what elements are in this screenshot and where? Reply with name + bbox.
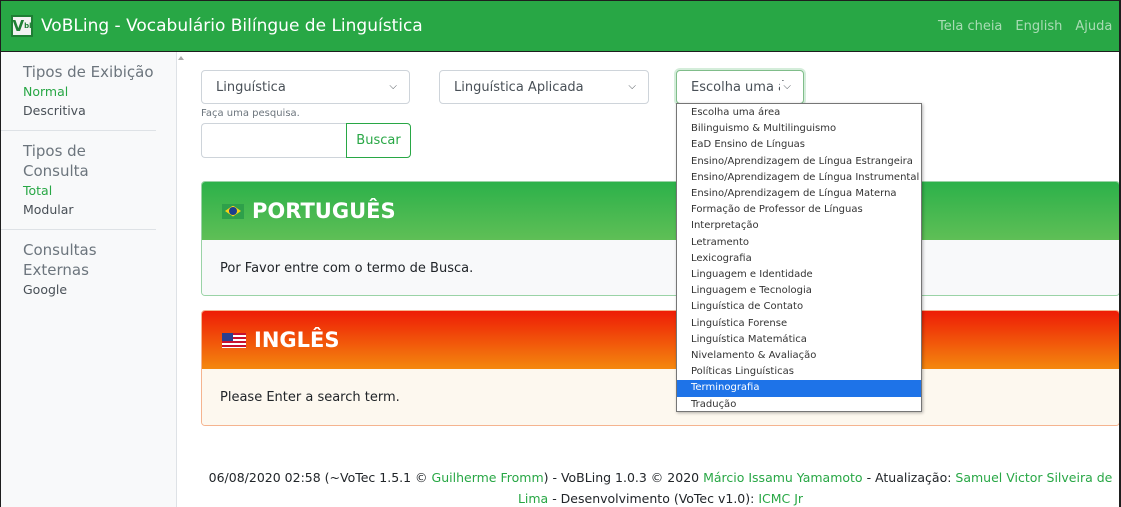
footer-link-developer[interactable]: ICMC Jr [758, 491, 803, 506]
dropdown-option[interactable]: EaD Ensino de Línguas [677, 137, 921, 153]
dropdown-option[interactable]: Linguagem e Tecnologia [677, 283, 921, 299]
sidebar-item-descritiva[interactable]: Descritiva [23, 101, 156, 120]
dropdown-option[interactable]: Linguagem e Identidade [677, 267, 921, 283]
footer-link-author[interactable]: Márcio Issamu Yamamoto [703, 470, 863, 485]
chevron-down-icon: ⌵ [780, 81, 791, 92]
sidebar-item-google[interactable]: Google [23, 280, 156, 299]
subarea-select-value: Linguística Aplicada [454, 79, 584, 95]
english-card-title: INGLÊS [254, 328, 340, 352]
portuguese-card-header: PORTUGUÊS [202, 182, 1119, 240]
app-title[interactable]: VoBLing - Vocabulário Bilíngue de Linguí… [41, 16, 423, 36]
usa-flag-icon [222, 332, 246, 348]
dropdown-option[interactable]: Tradução [677, 397, 921, 413]
english-card-header: INGLÊS [202, 311, 1119, 369]
search-hint: Faça uma pesquisa. [201, 108, 300, 119]
search-button[interactable]: Buscar [346, 123, 411, 158]
footer: 06/08/2020 02:58 (~VoTec 1.5.1 © Guilher… [201, 467, 1120, 507]
nav-link-help[interactable]: Ajuda [1075, 19, 1112, 34]
dropdown-option[interactable]: Escolha uma área [677, 105, 921, 121]
english-card-message: Please Enter a search term. [202, 369, 1119, 425]
area-select[interactable]: Linguística ⌵ [201, 70, 410, 104]
chevron-down-icon: ⌵ [389, 81, 397, 92]
field-dropdown-list: Escolha uma área Bilinguismo & Multilingu… [676, 103, 922, 412]
sidebar-group-query-types: Tipos de Consulta Total Modular [1, 131, 156, 230]
dropdown-option[interactable]: Nivelamento & Avaliação [677, 348, 921, 364]
area-select-value: Linguística [216, 79, 286, 95]
dropdown-option[interactable]: Linguística de Contato [677, 299, 921, 315]
sidebar-item-total[interactable]: Total [23, 181, 156, 200]
dropdown-option[interactable]: Letramento [677, 235, 921, 251]
dropdown-option[interactable]: Ensino/Aprendizagem de Língua Estrangeir… [677, 154, 921, 170]
dropdown-option[interactable]: Ensino/Aprendizagem de Língua Instrument… [677, 170, 921, 186]
sidebar-group-display-types: Tipos de Exibição Normal Descritiva [1, 52, 156, 131]
sidebar-item-normal[interactable]: Normal [23, 82, 156, 101]
sidebar-heading: Tipos de Consulta [23, 142, 89, 180]
dropdown-option[interactable]: Lexicografia [677, 251, 921, 267]
dropdown-option[interactable]: Terminografia [677, 380, 921, 397]
dropdown-option[interactable]: Formação de Professor de Línguas [677, 202, 921, 218]
portuguese-card-title: PORTUGUÊS [252, 199, 396, 223]
top-navbar: Vbl VoBLing - Vocabulário Bilíngue de Li… [0, 0, 1121, 52]
english-card: INGLÊS Please Enter a search term. [201, 310, 1120, 426]
vobling-logo-icon[interactable]: Vbl [11, 15, 33, 37]
sidebar: Tipos de Exibição Normal Descritiva Tipo… [0, 52, 177, 507]
dropdown-option[interactable]: Linguística Forense [677, 316, 921, 332]
dropdown-option[interactable]: Ensino/Aprendizagem de Língua Materna [677, 186, 921, 202]
dropdown-option[interactable]: Bilinguismo & Multilinguismo [677, 121, 921, 137]
dropdown-option[interactable]: Políticas Linguísticas [677, 364, 921, 380]
dropdown-option[interactable]: Linguística Matemática [677, 332, 921, 348]
nav-links: Tela cheia English Ajuda [925, 1, 1120, 51]
footer-text: 06/08/2020 02:58 (~VoTec 1.5.1 © [208, 470, 432, 485]
nav-link-english[interactable]: English [1015, 19, 1062, 34]
scroll-up-arrow-icon[interactable] [178, 56, 184, 60]
sidebar-item-modular[interactable]: Modular [23, 200, 156, 219]
field-select[interactable]: Escolha uma á ⌵ [676, 70, 804, 104]
dropdown-option[interactable]: Interpretação [677, 218, 921, 234]
footer-text: - Desenvolvimento (VoTec v1.0): [548, 491, 759, 506]
subarea-select[interactable]: Linguística Aplicada ⌵ [439, 70, 649, 104]
sidebar-heading: Consultas Externas [23, 241, 97, 279]
chevron-down-icon: ⌵ [628, 81, 636, 92]
search-input[interactable] [201, 123, 347, 158]
nav-link-fullscreen[interactable]: Tela cheia [938, 19, 1002, 34]
portuguese-card: PORTUGUÊS Por Favor entre com o termo de… [201, 181, 1120, 296]
footer-link-author[interactable]: Guilherme Fromm [432, 470, 544, 485]
brazil-flag-icon [222, 203, 244, 219]
sidebar-group-external: Consultas Externas Google [1, 230, 156, 309]
footer-text: ) - VoBLing 1.0.3 © 2020 [543, 470, 704, 485]
field-select-value: Escolha uma á [691, 79, 787, 95]
portuguese-card-message: Por Favor entre com o termo de Busca. [202, 240, 1119, 295]
sidebar-heading: Tipos de Exibição [23, 63, 154, 81]
footer-text: - Atualização: [862, 470, 956, 485]
